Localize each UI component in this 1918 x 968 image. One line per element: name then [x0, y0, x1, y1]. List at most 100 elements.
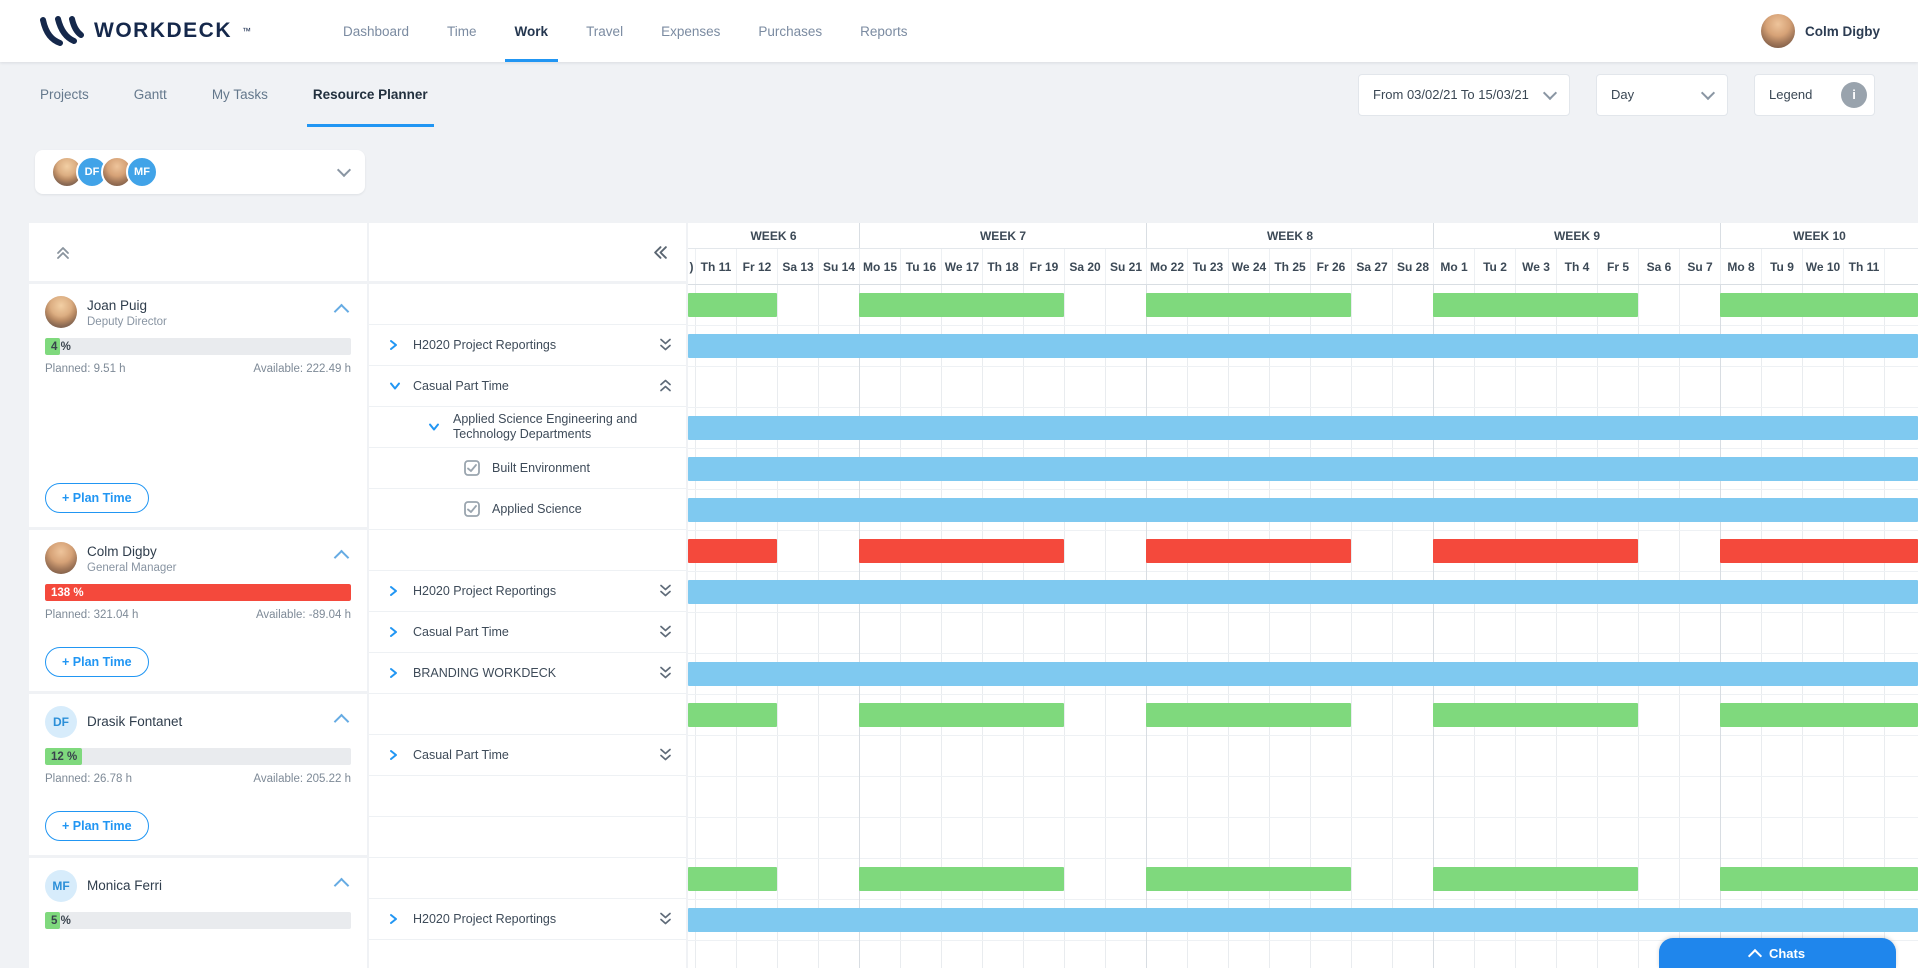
capacity-bar[interactable]	[688, 867, 777, 891]
brand: WORKDECK ™	[38, 16, 251, 46]
plan-time-button[interactable]: + Plan Time	[45, 483, 149, 513]
expand-all-icon[interactable]	[659, 584, 672, 599]
tree-row-branding-workdeck[interactable]: BRANDING WORKDECK	[369, 653, 686, 694]
expand-all-icon[interactable]	[659, 338, 672, 353]
task-allocation-bar[interactable]	[688, 457, 1918, 481]
nav-item-expenses[interactable]: Expenses	[661, 0, 720, 62]
tree-row-h2020-project-reportings[interactable]: H2020 Project Reportings	[369, 325, 686, 366]
task-allocation-bar[interactable]	[688, 498, 1918, 522]
chevron-right-icon[interactable]	[389, 339, 398, 351]
info-icon[interactable]: i	[1841, 81, 1867, 108]
task-allocation-bar[interactable]	[688, 908, 1918, 932]
planned-available-row: Planned: 321.04 h Available: -89.04 h	[45, 609, 351, 621]
capacity-bar[interactable]	[1433, 539, 1638, 563]
team-avatar-mf: MF	[126, 156, 158, 188]
expand-all-icon[interactable]	[659, 748, 672, 763]
chevron-up-icon	[1747, 948, 1763, 963]
capacity-bar[interactable]	[1433, 703, 1638, 727]
tab-gantt[interactable]: Gantt	[134, 62, 167, 127]
team-selector[interactable]: DF MF	[35, 150, 365, 194]
tab-projects[interactable]: Projects	[40, 62, 89, 127]
workload-bar: 4 %	[45, 338, 351, 355]
tree-row-casual-part-time[interactable]: Casual Part Time	[369, 735, 686, 776]
expand-all-icon[interactable]	[659, 625, 672, 640]
capacity-bar[interactable]	[1433, 867, 1638, 891]
collapse-person-icon[interactable]	[333, 713, 350, 730]
nav-item-time[interactable]: Time	[447, 0, 477, 62]
capacity-bar[interactable]	[1146, 539, 1351, 563]
checkbox-icon[interactable]	[464, 501, 480, 517]
capacity-bar[interactable]	[688, 539, 777, 563]
capacity-bar[interactable]	[1720, 867, 1918, 891]
task-allocation-bar[interactable]	[688, 334, 1918, 358]
collapse-panel-icon[interactable]	[653, 245, 668, 260]
chevron-right-icon[interactable]	[389, 667, 398, 679]
plan-time-button[interactable]: + Plan Time	[45, 811, 149, 841]
collapse-person-icon[interactable]	[333, 303, 350, 320]
tree-row-empty	[369, 776, 686, 817]
collapse-all-people-icon[interactable]	[55, 244, 71, 260]
nav-item-purchases[interactable]: Purchases	[758, 0, 822, 62]
day-header-cell: Sa 20	[1064, 249, 1105, 284]
workload-percent: 138 %	[51, 586, 84, 599]
chevron-down-icon[interactable]	[428, 423, 440, 432]
collapse-all-icon[interactable]	[659, 379, 672, 394]
tree-row-built-environment[interactable]: Built Environment	[369, 448, 686, 489]
task-allocation-bar[interactable]	[688, 580, 1918, 604]
chats-button[interactable]: Chats	[1659, 938, 1896, 968]
day-header-cell: Fr 5	[1597, 249, 1638, 284]
tab-resource-planner[interactable]: Resource Planner	[306, 62, 434, 127]
capacity-bar[interactable]	[1720, 539, 1918, 563]
nav-item-work[interactable]: Work	[504, 0, 558, 62]
chevron-right-icon[interactable]	[389, 749, 398, 761]
chevron-down-icon[interactable]	[389, 382, 401, 391]
collapse-person-icon[interactable]	[333, 549, 350, 566]
nav-item-dashboard[interactable]: Dashboard	[343, 0, 409, 62]
day-header-cell: Sa 6	[1638, 249, 1679, 284]
capacity-bar[interactable]	[1146, 867, 1351, 891]
tree-row-applied-science[interactable]: Applied Science	[369, 489, 686, 530]
capacity-bar[interactable]	[859, 293, 1064, 317]
capacity-bar[interactable]	[1146, 293, 1351, 317]
capacity-bar[interactable]	[1720, 703, 1918, 727]
task-allocation-bar[interactable]	[688, 416, 1918, 440]
capacity-bar[interactable]	[1720, 293, 1918, 317]
expand-all-icon[interactable]	[659, 912, 672, 927]
tab-my-tasks[interactable]: My Tasks	[212, 62, 268, 127]
capacity-bar[interactable]	[688, 703, 777, 727]
day-header-cell: We 17	[941, 249, 982, 284]
chevron-right-icon[interactable]	[389, 913, 398, 925]
zoom-select[interactable]: Day	[1596, 73, 1728, 116]
capacity-bar[interactable]	[859, 539, 1064, 563]
tree-row-casual-part-time[interactable]: Casual Part Time	[369, 366, 686, 407]
timeline-row	[688, 818, 1918, 859]
capacity-bar[interactable]	[1146, 703, 1351, 727]
timeline-row	[688, 695, 1918, 736]
capacity-bar[interactable]	[1433, 293, 1638, 317]
nav-item-reports[interactable]: Reports	[860, 0, 907, 62]
plan-time-button[interactable]: + Plan Time	[45, 647, 149, 677]
collapse-person-icon[interactable]	[333, 877, 350, 894]
tree-row-empty	[369, 530, 686, 571]
tree-row-h2020-project-reportings[interactable]: H2020 Project Reportings	[369, 571, 686, 612]
tree-row-h2020-project-reportings[interactable]: H2020 Project Reportings	[369, 899, 686, 940]
date-range-select[interactable]: From 03/02/21 To 15/03/21	[1358, 73, 1570, 116]
legend-button[interactable]: Legend i	[1754, 73, 1875, 116]
checkbox-icon[interactable]	[464, 460, 480, 476]
chevron-right-icon[interactable]	[389, 626, 398, 638]
expand-all-icon[interactable]	[659, 666, 672, 681]
capacity-bar[interactable]	[688, 293, 777, 317]
person-role: General Manager	[87, 562, 177, 574]
tabs-bar: Projects Gantt My Tasks Resource Planner Fr…	[0, 62, 1918, 127]
capacity-bar[interactable]	[859, 703, 1064, 727]
tree-row-empty	[369, 284, 686, 325]
nav-item-travel[interactable]: Travel	[586, 0, 623, 62]
user-menu[interactable]: Colm Digby	[1760, 14, 1880, 48]
capacity-bar[interactable]	[859, 867, 1064, 891]
task-allocation-bar[interactable]	[688, 662, 1918, 686]
person-initials-avatar: DF	[45, 706, 77, 738]
tree-row-casual-part-time[interactable]: Casual Part Time	[369, 612, 686, 653]
chevron-right-icon[interactable]	[389, 585, 398, 597]
timeline-row	[688, 900, 1918, 941]
tree-row-applied-science-engineering-and-technology-departments[interactable]: Applied Science Engineering and Technolo…	[369, 407, 686, 448]
